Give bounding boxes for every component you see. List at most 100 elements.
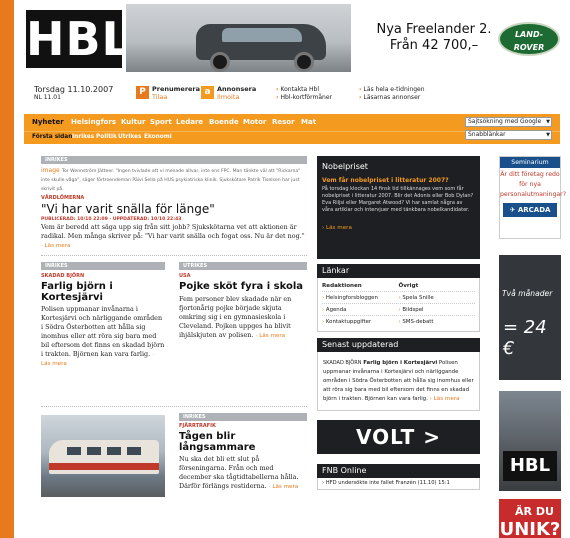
unik-ad[interactable]: ÄR DU UNIK?	[499, 499, 561, 538]
prenumerera-icon[interactable]: P	[136, 86, 149, 99]
lasarnas-annonser-link[interactable]: Läsarnas annonser	[359, 94, 420, 102]
story-kicker: USA	[179, 273, 191, 279]
prenumerera-link[interactable]: Prenumerera Tilaa	[152, 85, 200, 101]
nav-item-helsingfors[interactable]: Helsingfors	[71, 118, 116, 126]
seminar-text: Är ditt företag redo för nya personalutm…	[500, 171, 566, 198]
kortformaner-link[interactable]: Hbl-kortförmåner	[276, 94, 332, 102]
story-headline[interactable]: Pojke sköt fyra i skola	[179, 281, 307, 292]
section-bar-inrikes: INRIKES	[41, 156, 307, 164]
subnav-item-utrikes[interactable]: Utrikes	[118, 134, 141, 140]
read-more-link[interactable]: · Läs mera	[269, 484, 298, 490]
car-ad-line1: Nya Freelander 2.	[376, 22, 492, 37]
nav-item-sport[interactable]: Sport	[150, 118, 172, 126]
read-more-link[interactable]: · Läs mera	[41, 243, 70, 249]
seminar-title: Seminarium	[500, 157, 560, 168]
links-header: Övrigt	[398, 283, 419, 289]
unik-line2: UNIK?	[499, 519, 561, 538]
train-photo[interactable]	[41, 415, 165, 497]
story-kicker: FJÄRRTRAFIK	[179, 423, 216, 429]
image-placeholder[interactable]: image	[41, 167, 60, 174]
main-story-body: Vem är beredd att säga upp sig från sitt…	[41, 223, 307, 249]
chevron-down-icon: ▼	[546, 132, 550, 138]
story-headline[interactable]: Tågen blir långsammare	[179, 431, 307, 453]
latest-headline[interactable]: Farlig björn i Kortesjärvi	[363, 360, 437, 366]
link-sms-debatt[interactable]: SMS-debatt	[399, 316, 476, 328]
issue-number: NL 11.01	[34, 94, 61, 101]
link-kontaktuppgifter[interactable]: Kontaktuppgifter	[322, 316, 399, 328]
links-box: Länkar Redaktionen Övrigt Helsingforsblo…	[317, 264, 480, 332]
subnav-item-politik[interactable]: Politik	[96, 134, 117, 140]
quicklinks-select[interactable]: Snabblänkar ▼	[465, 130, 552, 140]
land-rover-logo[interactable]: LAND-ROVER	[498, 22, 560, 56]
read-more-link[interactable]: · Läs mera	[256, 333, 285, 339]
nav-item-boende[interactable]: Boende	[209, 118, 239, 126]
story-headline[interactable]: Farlig björn i Kortesjärvi	[41, 281, 165, 303]
subscription-ad[interactable]: Två månader = 24 €	[499, 255, 561, 380]
links-row: Kontaktuppgifter SMS-debatt	[322, 316, 475, 328]
annonsera-link[interactable]: Annonsera Ilmoita	[217, 85, 256, 101]
hbl-ad-logo: HBL	[503, 451, 557, 481]
image-caption: image Tor Wennström Jätteer. "Ingen tviv…	[41, 166, 307, 193]
annonsera-label: Annonsera	[217, 85, 257, 93]
tilaa-label: Tilaa	[152, 93, 168, 101]
nobel-title: Nobelpriset	[322, 162, 368, 171]
read-more-link[interactable]: › Läs mera	[322, 225, 475, 231]
nav-item-kultur[interactable]: Kultur	[121, 118, 145, 126]
nobel-question[interactable]: Vem får nobelpriset i litteratur 2007?	[322, 177, 475, 185]
link-spela-snille[interactable]: Spela Snille	[399, 292, 476, 303]
story-body: Fem personer blev skadade när en fjorton…	[179, 295, 307, 340]
link-agenda[interactable]: Agenda	[322, 304, 399, 315]
fnb-item[interactable]: › HFD undersökte inte fallet Franzén (11…	[317, 478, 480, 490]
subnav-item-inrikes[interactable]: Inrikes	[72, 134, 94, 140]
car-ad-image[interactable]	[126, 4, 351, 72]
info-bar: Torsdag 11.10.2007 NL 11.01 P Prenumerer…	[24, 83, 560, 105]
nav-item-ledare[interactable]: Ledare	[176, 118, 203, 126]
search-scope-value: Sajtsökning med Google	[468, 118, 542, 125]
latest-title: Senast uppdaterad	[317, 338, 480, 352]
quicklinks-value: Snabblänkar	[468, 131, 506, 138]
links-title: Länkar	[317, 264, 480, 278]
fnb-title: FNB Online	[317, 464, 480, 478]
publish-info: PUBLICERAD: 10/10 22:09 · UPPDATERAD: 10…	[41, 217, 182, 222]
seminar-ad[interactable]: Seminarium Är ditt företag redo för nya …	[499, 156, 566, 239]
car-ad-line2: Från 42 700,–	[389, 38, 479, 53]
section-bar: UTRIKES	[179, 262, 307, 270]
latest-box: Senast uppdaterad SKADAD BJÖRN Farlig bj…	[317, 338, 480, 411]
latest-content: SKADAD BJÖRN Farlig björn i Kortesjärvi …	[317, 352, 480, 411]
e-tidningen-link[interactable]: Läs hela e-tidningen	[359, 86, 424, 94]
kontakta-link[interactable]: Kontakta Hbl	[276, 86, 319, 94]
nav-item-resor[interactable]: Resor	[272, 118, 295, 126]
hbl-photo-ad[interactable]: HBL	[499, 391, 561, 491]
story-text: Polisen uppmanar invånarna i Kortesjärvi…	[41, 305, 165, 358]
caption-text: Tor Wennström Jätteer. "Ingen tvivlade a…	[41, 169, 301, 192]
ilmoita-label: Ilmoita	[217, 93, 240, 101]
links-table: Redaktionen Övrigt Helsingforsbloggen Sp…	[317, 278, 480, 332]
links-row: Helsingforsbloggen Spela Snille	[322, 292, 475, 304]
main-headline[interactable]: "Vi har varit snälla för länge"	[41, 202, 307, 216]
nav-item-motor[interactable]: Motor	[243, 118, 266, 126]
story-row-2: INRIKES FJÄRRTRAFIK Tågen blir långsamma…	[41, 413, 307, 523]
page: HBL Nya Freelander 2. Från 42 700,– LAND…	[14, 0, 570, 538]
nobel-description: På torsdag klockan 14 finsk tid tillkänn…	[322, 186, 474, 213]
search-scope-select[interactable]: Sajtsökning med Google ▼	[465, 117, 552, 127]
right-ads-column: Seminarium Är ditt företag redo för nya …	[499, 156, 566, 538]
main-column: INRIKES image Tor Wennström Jätteer. "In…	[41, 156, 307, 523]
story-body: Nu ska det bli ett slut på förseningarna…	[179, 455, 307, 491]
section-bar: INRIKES	[41, 262, 165, 270]
hbl-logo[interactable]: HBL	[26, 10, 131, 68]
subscription-ad-text: Två månader	[502, 289, 553, 298]
link-helsingforsbloggen[interactable]: Helsingforsbloggen	[322, 292, 399, 303]
volt-ad[interactable]: VOLT >	[317, 420, 480, 454]
nav-item-mat[interactable]: Mat	[301, 118, 316, 126]
nav-item-nyheter[interactable]: Nyheter	[32, 118, 64, 126]
read-more-link[interactable]: › Läs mera	[430, 396, 460, 402]
link-bildspel[interactable]: Bildspel	[399, 304, 476, 315]
date-display: Torsdag 11.10.2007 NL 11.01	[34, 85, 113, 101]
annonsera-icon[interactable]: a	[201, 86, 214, 99]
car-ad-text[interactable]: Nya Freelander 2. Från 42 700,–	[374, 22, 494, 54]
subscription-ad-price: = 24 €	[503, 317, 547, 359]
subnav-item-ekonomi[interactable]: Ekonomi	[144, 134, 172, 140]
subnav-item-forsta-sidan[interactable]: Första sidan	[32, 134, 72, 140]
prenumerera-label: Prenumerera	[152, 85, 201, 93]
story-tagen: INRIKES FJÄRRTRAFIK Tågen blir långsamma…	[179, 413, 307, 491]
